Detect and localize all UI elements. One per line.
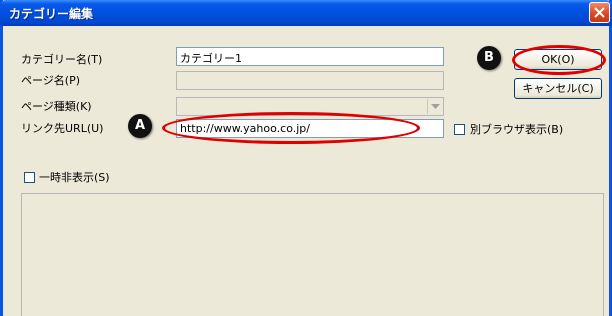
- window-title: カテゴリー編集: [9, 7, 94, 21]
- separate-browser-label: 別ブラウザ表示(B): [470, 123, 564, 136]
- close-icon: [594, 7, 605, 18]
- annotation-badge-a: A: [128, 114, 152, 138]
- cancel-button[interactable]: キャンセル(C): [514, 78, 602, 99]
- link-url-label: リンク先URL(U): [21, 122, 104, 135]
- url-highlight-ellipse: [162, 112, 420, 144]
- close-button[interactable]: [589, 2, 610, 23]
- temporarily-hide-label: 一時非表示(S): [39, 171, 110, 184]
- memo-area[interactable]: [21, 193, 604, 316]
- title-bar[interactable]: カテゴリー編集: [0, 0, 612, 26]
- category-name-label: カテゴリー名(T): [21, 53, 103, 66]
- temporarily-hide-checkbox[interactable]: [24, 172, 35, 183]
- page-type-label: ページ種類(K): [21, 100, 92, 113]
- category-name-field[interactable]: カテゴリー1: [176, 47, 444, 66]
- page-name-label: ページ名(P): [21, 74, 80, 87]
- annotation-badge-b: B: [477, 46, 501, 70]
- chevron-down-icon: [431, 104, 440, 109]
- separate-browser-checkbox[interactable]: [454, 124, 465, 135]
- page-name-field[interactable]: [176, 71, 444, 90]
- dropdown-arrow[interactable]: [427, 99, 442, 114]
- ok-highlight-ellipse: [512, 45, 606, 75]
